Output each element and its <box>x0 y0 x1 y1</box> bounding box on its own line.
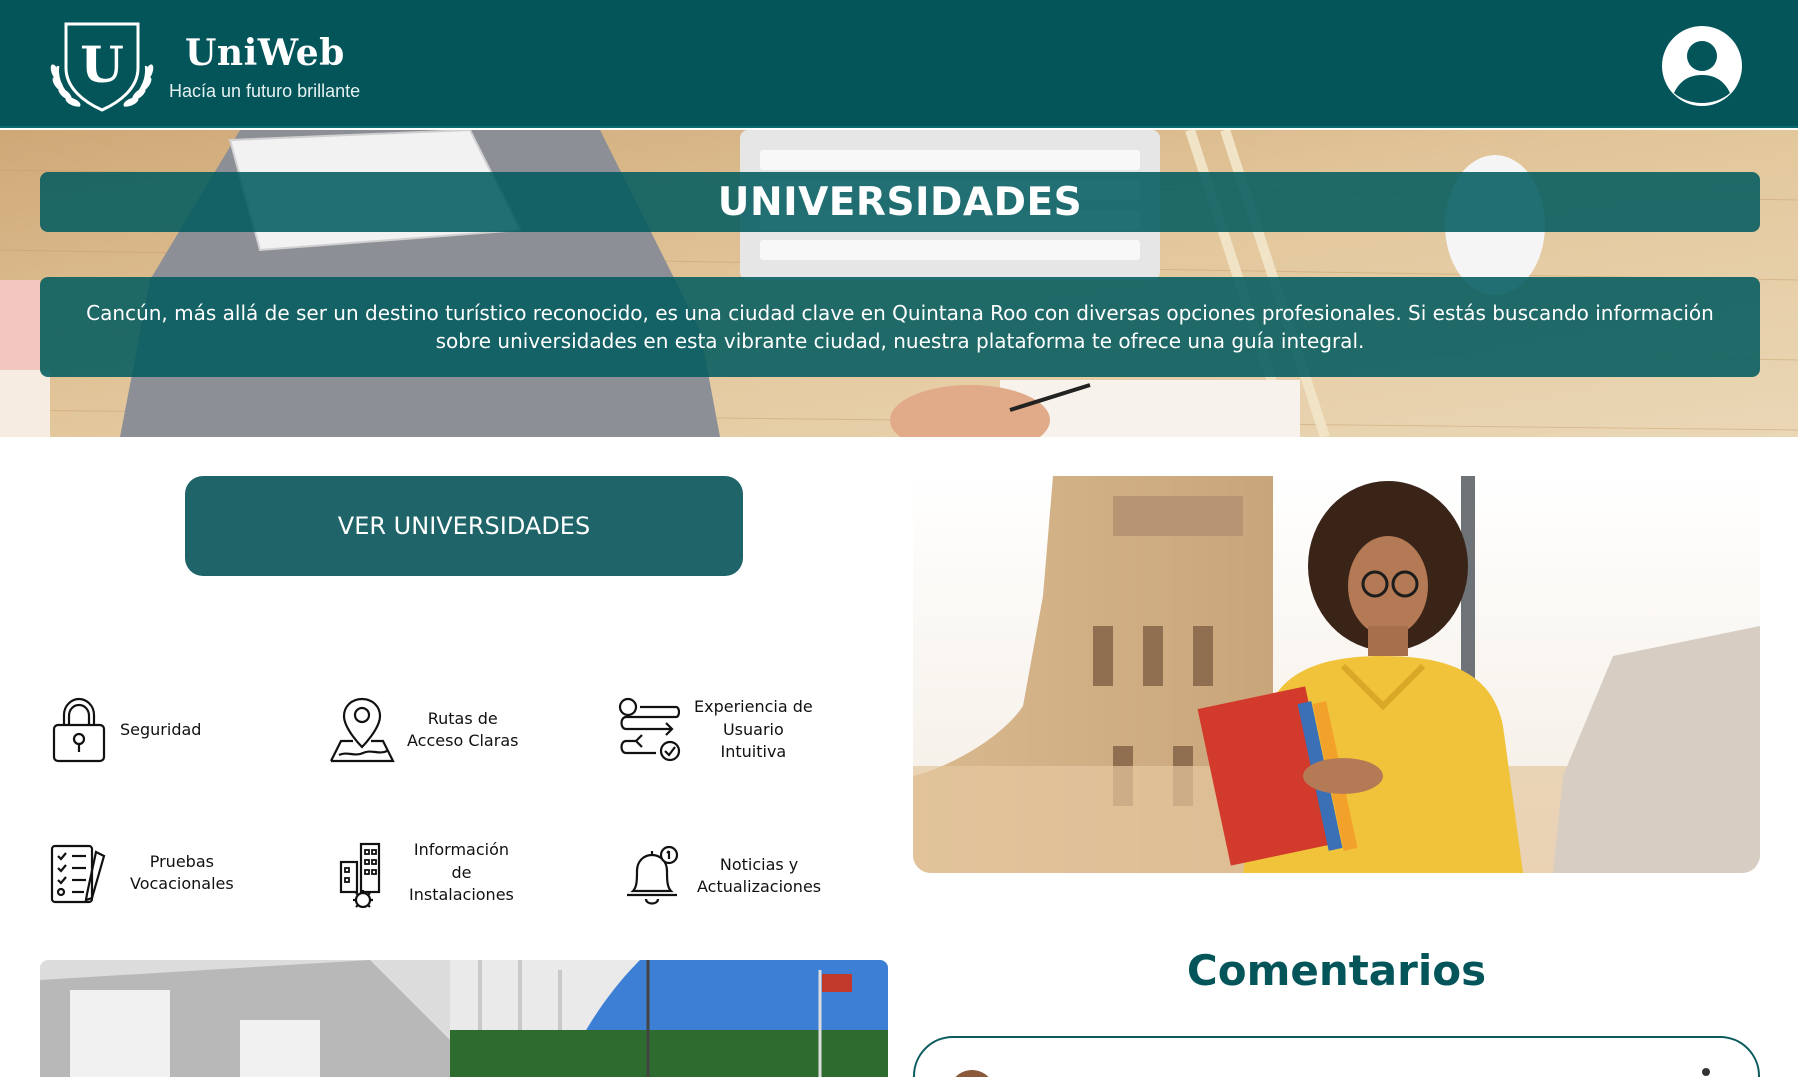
hero-title-bar: UNIVERSIDADES <box>40 172 1760 232</box>
feature-label: Pruebas Vocacionales <box>130 851 234 894</box>
feature-vocational-tests: Pruebas Vocacionales <box>44 838 264 908</box>
hero-description: Cancún, más allá de ser un destino turís… <box>86 301 1714 353</box>
view-universities-button[interactable]: VER UNIVERSIDADES <box>185 476 743 576</box>
user-avatar-icon[interactable] <box>1662 26 1742 106</box>
feature-label: Noticias y Actualizaciones <box>697 854 822 897</box>
student-photo-image <box>913 476 1760 873</box>
feature-facilities-info: Información de Instalaciones <box>333 828 533 918</box>
hero-banner: UNIVERSIDADES Cancún, más allá de ser un… <box>0 130 1798 437</box>
student-photo <box>913 476 1760 873</box>
feature-intuitive-ux: Experiencia de Usuario Intuitiva <box>616 685 836 775</box>
campus-gallery <box>40 960 888 1077</box>
feature-access-routes: Rutas de Acceso Claras <box>327 690 527 770</box>
feature-label: Rutas de Acceso Claras <box>407 708 519 751</box>
more-options-icon[interactable] <box>1702 1068 1710 1076</box>
profile-silhouette-icon <box>1674 41 1730 103</box>
building-gear-icon <box>339 842 381 908</box>
feature-label: Información de Instalaciones <box>409 840 514 905</box>
campus-photos-image <box>40 960 888 1077</box>
user-flow-icon <box>618 697 681 762</box>
top-header: U UniWeb Hacía un futuro brillante <box>0 0 1798 128</box>
map-pin-route-icon <box>330 697 395 763</box>
checklist-test-icon <box>50 844 106 904</box>
feature-label: Experiencia de Usuario Intuitiva <box>694 697 813 762</box>
feature-label: Seguridad <box>120 719 202 739</box>
commenter-avatar <box>949 1070 995 1077</box>
comment-card <box>913 1036 1760 1077</box>
notification-bell-icon <box>627 845 679 905</box>
comments-heading: Comentarios <box>1186 946 1487 995</box>
hero-description-box: Cancún, más allá de ser un destino turís… <box>40 277 1760 377</box>
university-shield-logo-icon[interactable]: U <box>46 22 158 112</box>
feature-news-updates: Noticias y Actualizaciones <box>617 838 837 914</box>
feature-security: Seguridad <box>44 695 254 765</box>
brand-name[interactable]: UniWeb <box>185 32 345 74</box>
logo-letter: U <box>80 35 124 94</box>
brand-tagline: Hacía un futuro brillante <box>169 81 361 101</box>
page-title: UNIVERSIDADES <box>717 179 1083 225</box>
padlock-icon <box>52 697 106 763</box>
